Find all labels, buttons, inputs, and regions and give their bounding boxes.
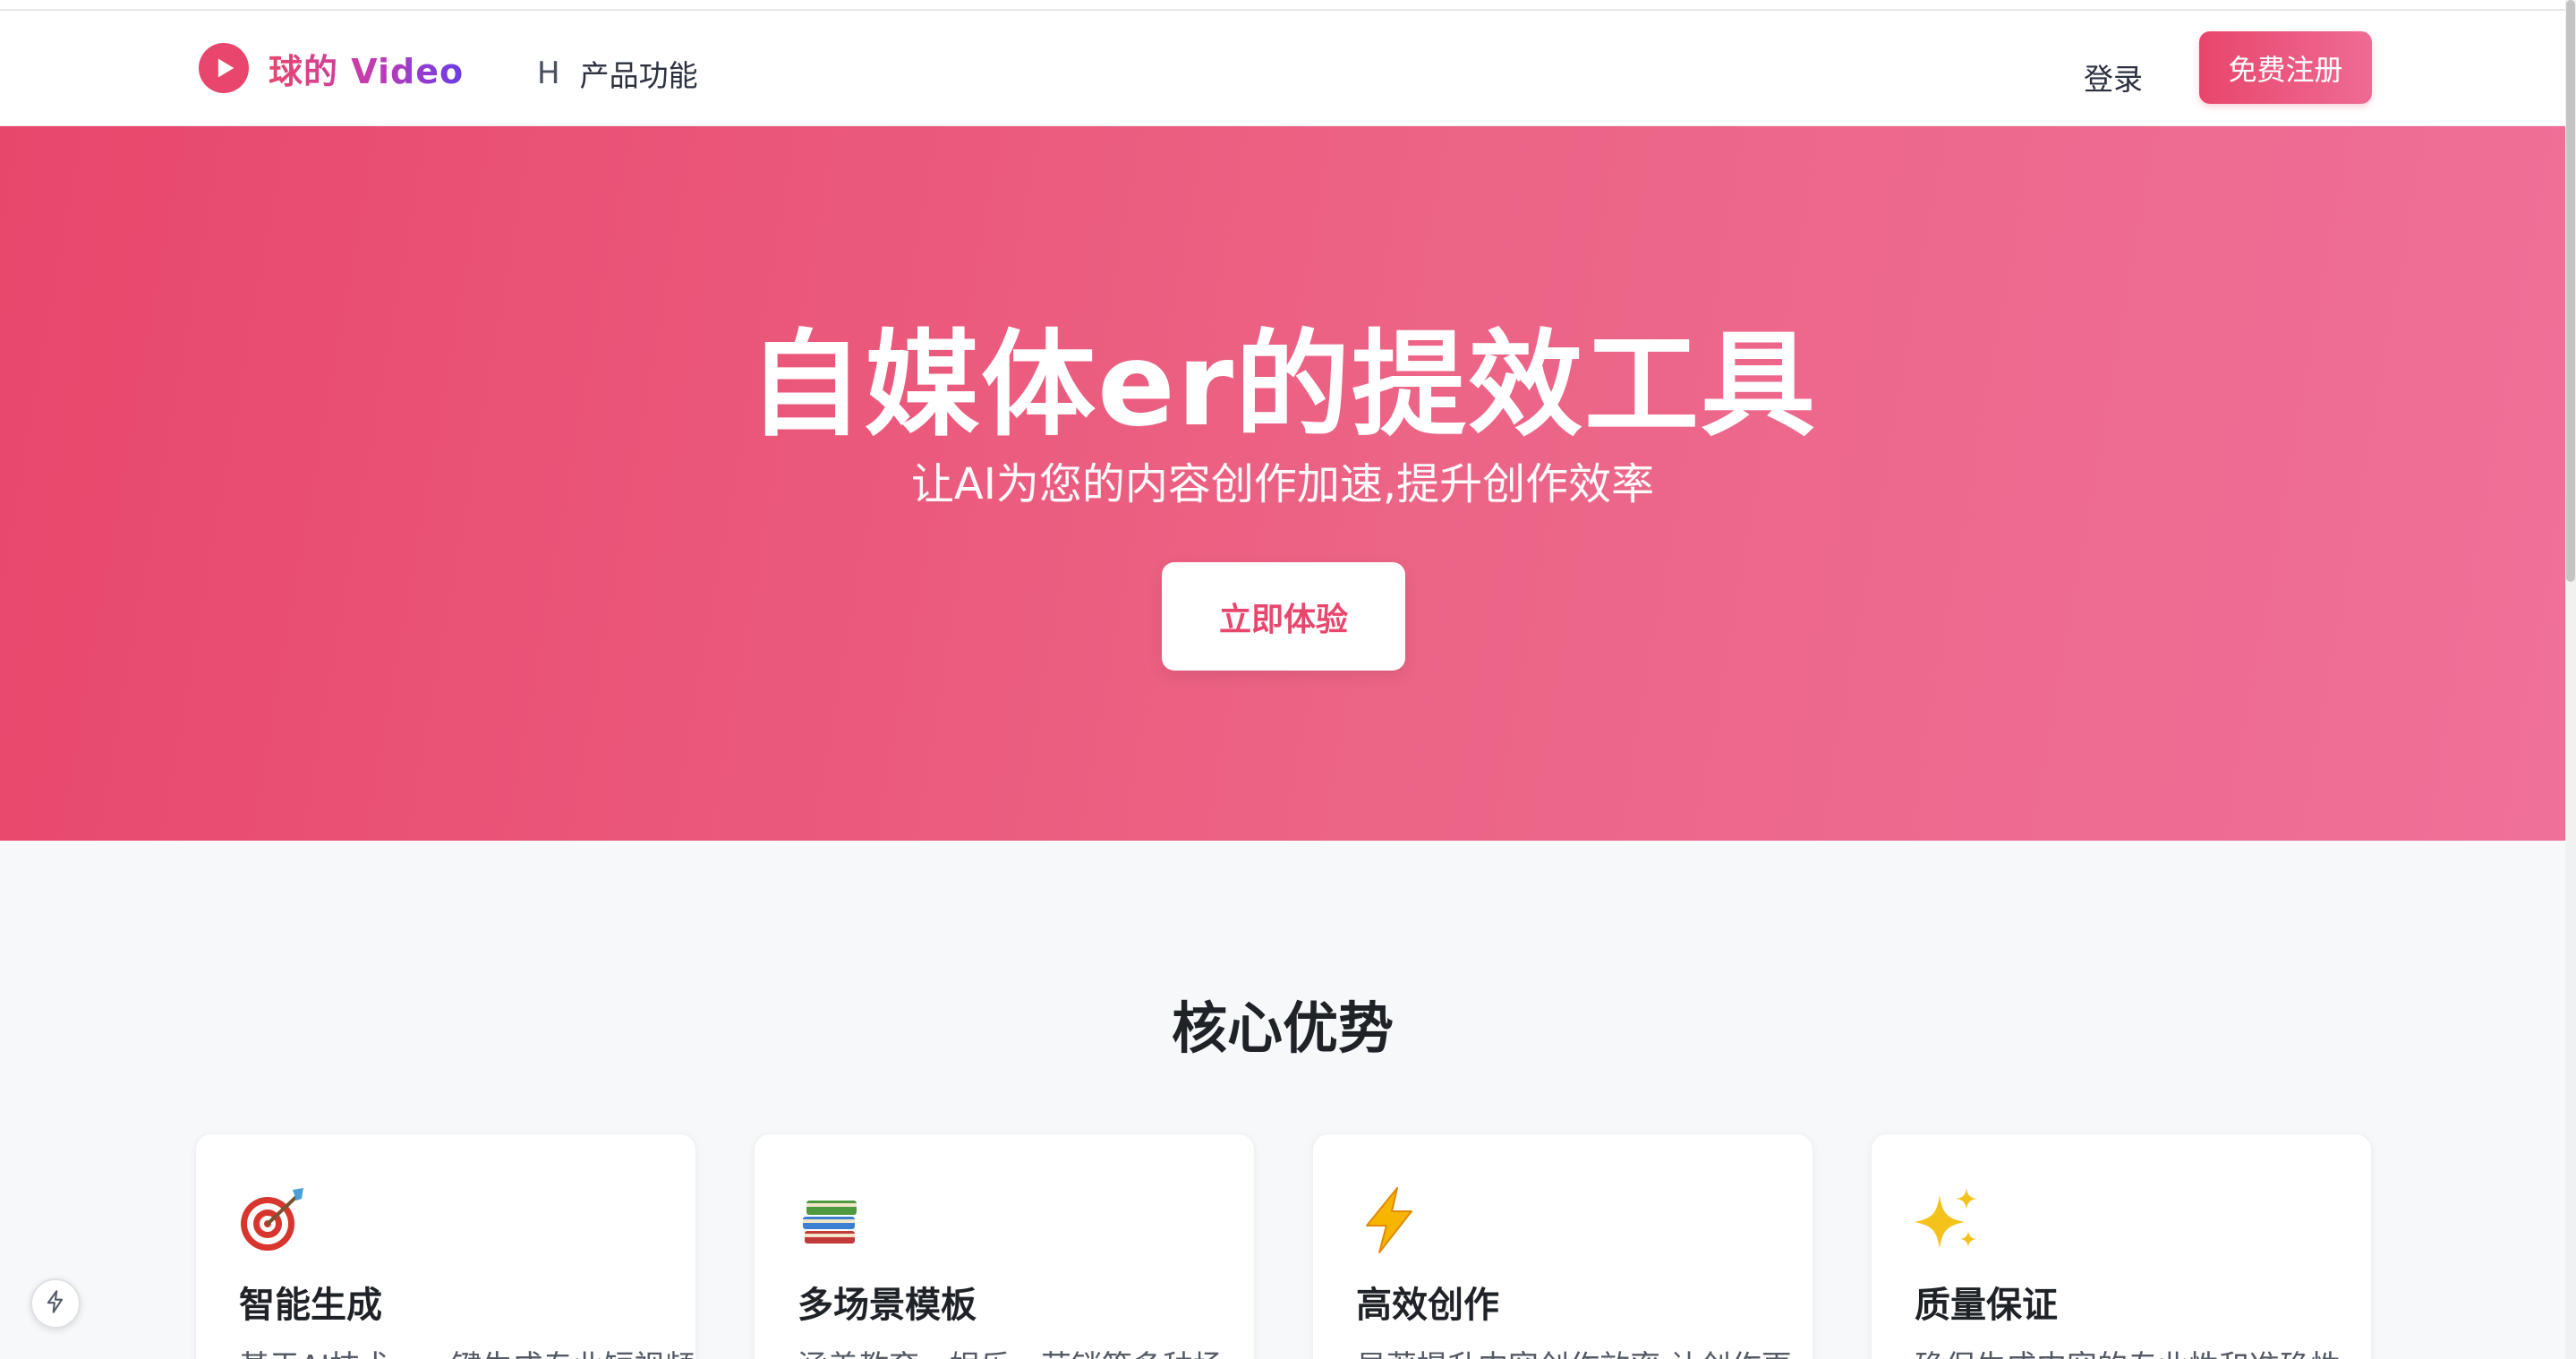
- brand-name: 球的 Video: [269, 44, 464, 93]
- login-link[interactable]: 登录: [2084, 56, 2143, 98]
- advantage-cards: 智能生成 基于AI技术，一键生成专业短视频 多场景模板 涵盖教育、娱乐、营销等多…: [195, 1133, 2372, 1359]
- h-icon: H: [537, 56, 560, 91]
- card-title: 质量保证: [1915, 1285, 2058, 1326]
- hero-subtitle: 让AI为您的内容创作加速,提升创作效率: [910, 459, 1655, 509]
- advantage-card-efficient-creation[interactable]: 高效创作 显著提升内容创作效率,让创作更: [1312, 1133, 1813, 1359]
- brand[interactable]: 球的 Video: [199, 43, 464, 93]
- top-navbar: 球的 Video H 产品功能 登录 免费注册: [0, 11, 2565, 126]
- books-icon: [796, 1184, 867, 1256]
- window-top-edge: [0, 0, 2576, 11]
- card-title: 高效创作: [1356, 1285, 1499, 1326]
- target-icon: [237, 1184, 309, 1256]
- advantage-card-smart-generation[interactable]: 智能生成 基于AI技术，一键生成专业短视频: [195, 1133, 696, 1359]
- browser-viewport: 球的 Video H 产品功能 登录 免费注册 自媒体er的提效工具 让AI为您…: [0, 0, 2576, 1359]
- card-title: 多场景模板: [798, 1285, 977, 1326]
- register-button[interactable]: 免费注册: [2199, 31, 2372, 104]
- floating-action-button[interactable]: [30, 1278, 81, 1329]
- lightning-icon: [1354, 1184, 1426, 1256]
- card-description: 基于AI技术，一键生成专业短视频: [239, 1342, 695, 1359]
- card-title: 智能生成: [239, 1285, 382, 1326]
- card-description: 涵盖教育、娱乐、营销等多种场: [798, 1342, 1224, 1359]
- lightning-outline-icon: [43, 1289, 68, 1318]
- nav-item-product-features[interactable]: H 产品功能: [537, 52, 698, 95]
- card-description: 确保生成内容的专业性和准确性: [1915, 1342, 2341, 1359]
- hero-title: 自媒体er的提效工具: [748, 319, 1817, 452]
- card-description: 显著提升内容创作效率,让创作更: [1356, 1342, 1792, 1359]
- scrollbar-thumb[interactable]: [2566, 0, 2575, 582]
- sparkles-icon: [1913, 1184, 1984, 1256]
- section-title: 核心优势: [1171, 996, 1394, 1061]
- play-circle-icon: [199, 43, 249, 93]
- hero-banner: 自媒体er的提效工具 让AI为您的内容创作加速,提升创作效率 立即体验: [0, 126, 2565, 841]
- advantage-card-multi-scene-templates[interactable]: 多场景模板 涵盖教育、娱乐、营销等多种场: [754, 1133, 1255, 1359]
- advantage-card-quality-assurance[interactable]: 质量保证 确保生成内容的专业性和准确性: [1871, 1133, 2372, 1359]
- nav-item-label: 产品功能: [579, 58, 698, 93]
- try-now-button[interactable]: 立即体验: [1162, 562, 1405, 671]
